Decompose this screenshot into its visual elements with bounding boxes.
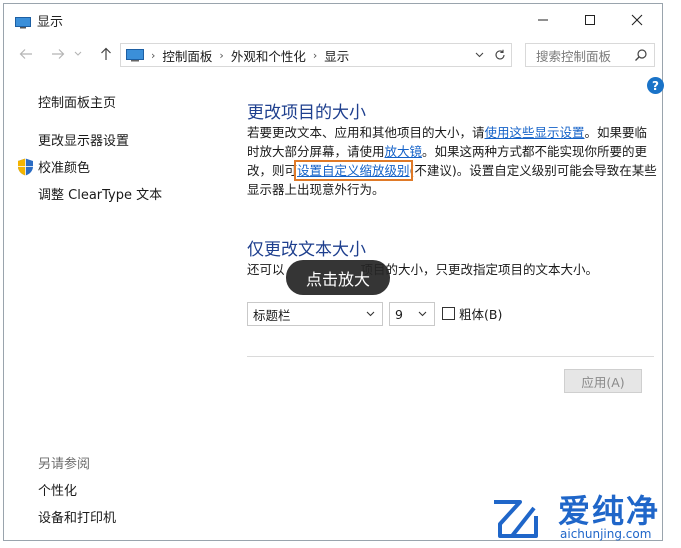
refresh-button[interactable] <box>489 49 511 61</box>
custom-scaling-link[interactable]: 设置自定义缩放级别 <box>294 160 413 181</box>
item-select-value: 标题栏 <box>253 307 291 323</box>
arrow-up-icon <box>101 47 111 60</box>
sidebar-change-display-settings[interactable]: 更改显示器设置 <box>38 130 129 149</box>
shield-icon <box>18 158 33 176</box>
minimize-icon <box>538 19 548 21</box>
see-also-heading: 另请参阅 <box>38 457 91 472</box>
maximize-button[interactable] <box>567 4 613 36</box>
search-box[interactable]: 搜索控制面板 <box>525 43 655 67</box>
arrow-left-icon <box>19 49 32 59</box>
arrow-right-icon <box>52 49 65 59</box>
section-description: 若要更改文本、应用和其他项目的大小，请使用这些显示设置。如果要临时放大部分屏幕，… <box>247 123 657 199</box>
sidebar-cleartype[interactable]: 调整 ClearType 文本 <box>38 184 162 203</box>
chevron-down-icon <box>74 51 82 56</box>
apply-button[interactable]: 应用(A) <box>564 369 642 393</box>
chevron-down-icon <box>475 52 483 58</box>
help-button[interactable]: ? <box>647 77 664 94</box>
description-text: 若要更改文本、应用和其他项目的大小，请 <box>247 125 485 140</box>
address-dropdown-button[interactable] <box>469 52 489 58</box>
chevron-right-icon: › <box>312 48 318 62</box>
description-text: 项目的大小，只更改指定项目的文本大小。 <box>360 262 599 277</box>
monitor-icon <box>15 14 31 29</box>
sidebar-home-link[interactable]: 控制面板主页 <box>38 92 116 111</box>
maximize-icon <box>585 15 595 25</box>
see-also-personalization[interactable]: 个性化 <box>38 480 77 499</box>
see-also-devices-printers[interactable]: 设备和打印机 <box>38 507 116 526</box>
refresh-icon <box>495 49 505 60</box>
watermark-logo-icon <box>494 500 538 538</box>
breadcrumb-control-panel[interactable]: 控制面板 <box>162 46 212 65</box>
close-icon <box>631 14 643 26</box>
search-input[interactable]: 搜索控制面板 <box>536 46 611 65</box>
zoom-tooltip: 点击放大 <box>286 260 390 295</box>
description-text: 还可以 <box>247 262 285 277</box>
chevron-right-icon: › <box>151 48 156 62</box>
item-select[interactable]: 标题栏 <box>247 302 383 326</box>
close-button[interactable] <box>614 4 660 36</box>
chevron-right-icon: › <box>219 48 224 62</box>
minimize-button[interactable] <box>520 4 566 36</box>
up-button[interactable] <box>96 44 116 64</box>
divider <box>247 356 654 357</box>
chevron-down-icon <box>366 311 375 317</box>
breadcrumb-display[interactable]: 显示 <box>324 46 349 65</box>
title-bar: 显示 <box>4 4 662 36</box>
window-title: 显示 <box>37 15 64 30</box>
sidebar-calibrate-color[interactable]: 校准颜色 <box>38 157 90 176</box>
chevron-down-icon <box>418 311 427 317</box>
search-icon[interactable] <box>634 48 648 62</box>
address-tools <box>469 44 511 66</box>
breadcrumb-appearance[interactable]: 外观和个性化 <box>231 46 306 65</box>
display-window: 显示 › 控制面板 › 外观和个性化 › 显示 搜索控制面板 ? 控制面板主页 … <box>3 3 664 541</box>
font-size-select[interactable]: 9 <box>389 302 435 326</box>
control-panel-icon <box>126 48 144 61</box>
recent-locations-button[interactable] <box>71 44 85 64</box>
section-title-change-size: 更改项目的大小 <box>247 103 366 123</box>
watermark-url: aichunjing.com <box>560 527 652 541</box>
bold-checkbox-label[interactable]: 粗体(B) <box>459 304 502 323</box>
font-size-value: 9 <box>395 306 403 322</box>
back-button[interactable] <box>16 44 36 64</box>
watermark-brand: 爱纯净 <box>558 492 661 530</box>
display-settings-link[interactable]: 使用这些显示设置 <box>485 125 585 140</box>
bold-checkbox[interactable] <box>442 307 455 320</box>
help-icon: ? <box>652 78 659 93</box>
forward-button[interactable] <box>48 44 68 64</box>
navigation-bar: › 控制面板 › 外观和个性化 › 显示 搜索控制面板 <box>4 40 662 70</box>
magnifier-link[interactable]: 放大镜 <box>385 144 423 159</box>
section-title-text-size: 仅更改文本大小 <box>247 240 366 260</box>
address-bar[interactable]: › 控制面板 › 外观和个性化 › 显示 <box>120 43 512 67</box>
